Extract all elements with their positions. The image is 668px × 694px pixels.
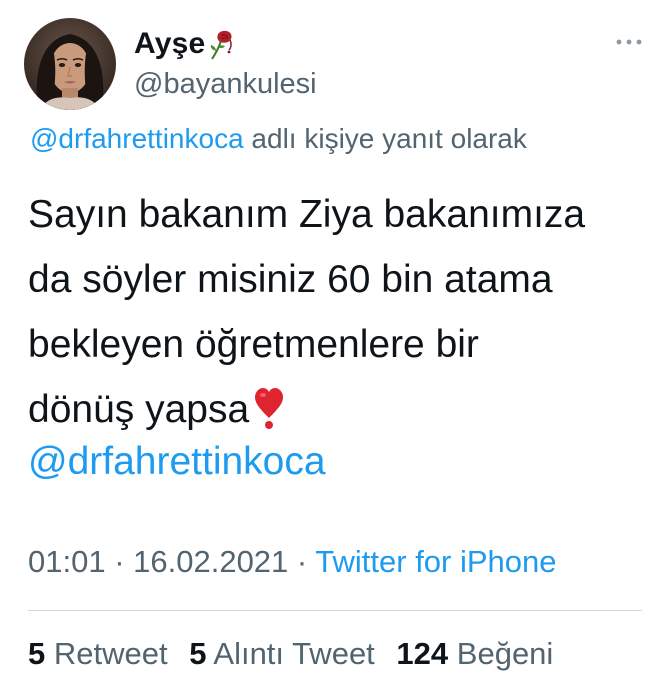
quote-tweets-stat[interactable]: 5 Alıntı Tweet [189,636,375,672]
divider [28,610,642,611]
tweet-mention-link[interactable]: @drfahrettinkoca [28,440,326,484]
more-options-icon[interactable] [614,32,644,52]
tweet-text-line: da söyler misiniz 60 bin atama [28,258,553,301]
display-name[interactable]: Ayşe [134,27,205,61]
red-heart-exclamation-icon [255,385,284,429]
tweet-text-line: Sayın bakanım Ziya bakanımıza [28,193,586,236]
reply-to-mention-link[interactable]: @drfahrettinkoca [30,123,244,154]
quotes-label: Alıntı Tweet [213,636,375,671]
retweets-stat[interactable]: 5 Retweet [28,636,168,672]
meta-separator: · [288,544,316,579]
tweet-time[interactable]: 01:01 [28,544,106,579]
tweet-source-link[interactable]: Twitter for iPhone [315,544,556,579]
tweet-metadata: 01:01 · 16.02.2021 · Twitter for iPhone [28,544,557,580]
avatar[interactable] [24,18,116,110]
quotes-count: 5 [189,636,207,671]
tweet-text-line: bekleyen öğretmenlere bir [28,323,479,366]
engagement-stats: 5 Retweet 5 Alıntı Tweet 124 Beğeni [28,636,566,672]
retweets-count: 5 [28,636,46,671]
reply-context: @drfahrettinkoca adlı kişiye yanıt olara… [30,123,527,155]
author-info[interactable]: Ayşe @bayankulesi [134,26,317,101]
wilted-rose-icon [207,27,237,61]
tweet-date[interactable]: 16.02.2021 [133,544,288,579]
profile-photo-icon [24,18,116,110]
display-name-row: Ayşe [134,26,317,62]
tweet-card: Ayşe @bayankulesi @drfahrettinkoca adlı … [0,0,668,694]
tweet-text-last-line: dönüş yapsa [28,377,648,442]
likes-label: Beğeni [456,636,554,671]
likes-stat[interactable]: 124 Beğeni [396,636,553,672]
reply-context-suffix: adlı kişiye yanıt olarak [243,123,527,154]
retweets-label: Retweet [53,636,168,671]
tweet-text-line: dönüş yapsa [28,388,250,431]
tweet-body: Sayın bakanım Ziya bakanımıza da söyler … [28,182,648,442]
user-handle[interactable]: @bayankulesi [134,68,317,101]
likes-count: 124 [396,636,449,671]
meta-separator: · [105,544,134,579]
